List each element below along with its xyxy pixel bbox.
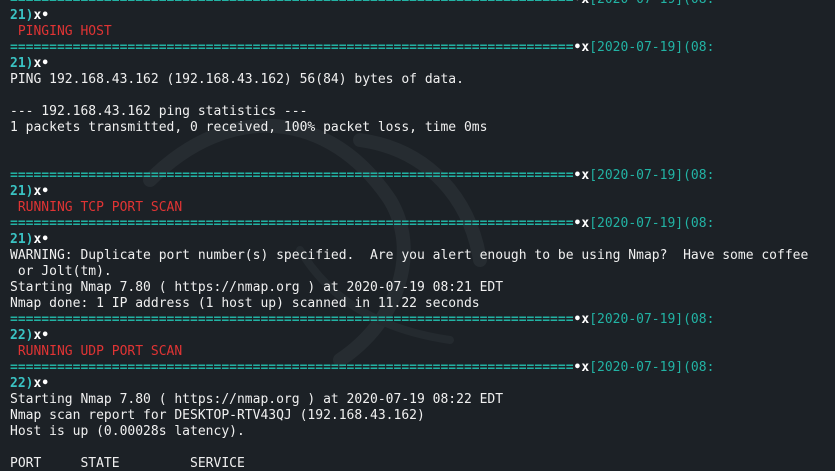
timestamp-continuation: 22)x• bbox=[10, 376, 835, 392]
continuation-mark: x• bbox=[33, 184, 50, 199]
output-line: Nmap scan report for DESKTOP-RTV43QJ (19… bbox=[10, 408, 425, 423]
separator-rule: ========================================… bbox=[10, 40, 574, 55]
output-line: PING 192.168.43.162 (192.168.43.162) 56(… bbox=[10, 72, 464, 87]
terminal-window[interactable]: ========================================… bbox=[0, 0, 835, 471]
output-line: WARNING: Duplicate port number(s) specif… bbox=[10, 248, 809, 263]
separator-mark: •x bbox=[573, 312, 590, 327]
continuation-mark: x• bbox=[33, 56, 50, 71]
output-line: or Jolt(tm). bbox=[10, 264, 112, 279]
continuation-mark: x• bbox=[33, 376, 50, 391]
continuation-mark: x• bbox=[33, 232, 50, 247]
section-heading: PINGING HOST bbox=[10, 24, 112, 39]
timestamp-continuation: 21)x• bbox=[10, 56, 835, 72]
output-line: Host is up (0.00028s latency). bbox=[10, 424, 245, 439]
separator-mark: •x bbox=[573, 216, 590, 231]
separator-rule: ========================================… bbox=[10, 312, 574, 327]
output-line: Starting Nmap 7.80 ( https://nmap.org ) … bbox=[10, 280, 504, 295]
separator-mark: •x bbox=[573, 168, 590, 183]
timestamp-continuation: 21)x• bbox=[10, 232, 835, 248]
timestamp-continuation: 21)x• bbox=[10, 184, 835, 200]
timestamp: [2020-07-19](08: bbox=[589, 216, 715, 231]
separator-line: ========================================… bbox=[10, 168, 835, 184]
separator-rule: ========================================… bbox=[10, 360, 574, 375]
output-line: 1 packets transmitted, 0 received, 100% … bbox=[10, 120, 488, 135]
output-line: --- 192.168.43.162 ping statistics --- bbox=[10, 104, 308, 119]
output-line: PORT STATE SERVICE bbox=[10, 456, 245, 471]
timestamp-tail: 22) bbox=[10, 328, 34, 343]
continuation-mark: x• bbox=[33, 8, 50, 23]
timestamp-tail: 21) bbox=[10, 232, 34, 247]
timestamp: [2020-07-19](08: bbox=[589, 0, 714, 7]
timestamp-tail: 22) bbox=[10, 376, 34, 391]
separator-rule: ========================================… bbox=[10, 216, 574, 231]
separator-rule: ========================================… bbox=[10, 0, 574, 7]
separator-line: ========================================… bbox=[10, 40, 835, 56]
timestamp: [2020-07-19](08: bbox=[589, 168, 715, 183]
terminal-output: ========================================… bbox=[10, 0, 835, 471]
separator-mark: •x bbox=[574, 0, 590, 7]
timestamp-continuation: 22)x• bbox=[10, 328, 835, 344]
separator-line: ========================================… bbox=[10, 360, 835, 376]
output-line: Starting Nmap 7.80 ( https://nmap.org ) … bbox=[10, 392, 504, 407]
timestamp: [2020-07-19](08: bbox=[589, 312, 715, 327]
timestamp: [2020-07-19](08: bbox=[589, 40, 715, 55]
section-heading: RUNNING TCP PORT SCAN bbox=[10, 200, 183, 215]
separator-line: ========================================… bbox=[10, 312, 835, 328]
continuation-mark: x• bbox=[33, 328, 50, 343]
separator-line: ========================================… bbox=[10, 0, 835, 8]
section-heading: RUNNING UDP PORT SCAN bbox=[10, 344, 183, 359]
separator-mark: •x bbox=[573, 360, 590, 375]
timestamp-tail: 21) bbox=[10, 56, 34, 71]
separator-rule: ========================================… bbox=[10, 168, 574, 183]
output-line: Nmap done: 1 IP address (1 host up) scan… bbox=[10, 296, 480, 311]
separator-line: ========================================… bbox=[10, 216, 835, 232]
timestamp-continuation: 21)x• bbox=[10, 8, 835, 24]
timestamp-tail: 21) bbox=[10, 184, 34, 199]
timestamp-tail: 21) bbox=[10, 8, 34, 23]
separator-mark: •x bbox=[573, 40, 590, 55]
timestamp: [2020-07-19](08: bbox=[589, 360, 715, 375]
